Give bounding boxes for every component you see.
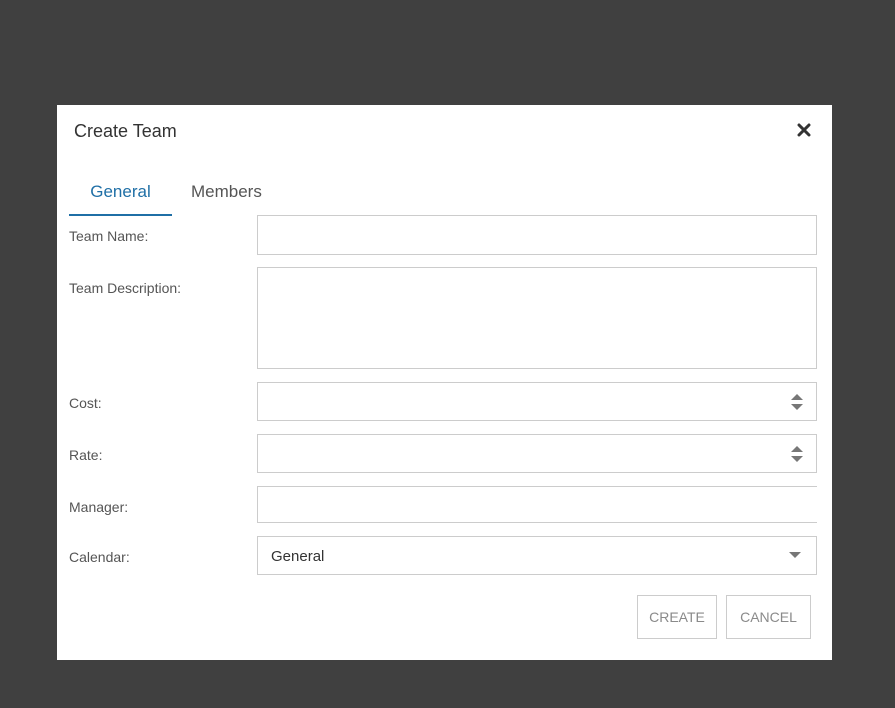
chevron-down-icon bbox=[789, 552, 801, 558]
close-button[interactable] bbox=[794, 120, 814, 140]
rate-numeric-input[interactable] bbox=[257, 434, 817, 473]
calendar-select[interactable]: General bbox=[257, 536, 817, 575]
cost-spinner-icon[interactable] bbox=[790, 391, 804, 413]
cost-label: Cost: bbox=[69, 395, 102, 411]
close-icon bbox=[797, 123, 811, 137]
tab-general[interactable]: General bbox=[69, 175, 172, 216]
dialog-title: Create Team bbox=[74, 121, 177, 141]
manager-input[interactable] bbox=[257, 486, 817, 523]
team-name-input[interactable] bbox=[257, 215, 817, 255]
cost-numeric-input[interactable] bbox=[257, 382, 817, 421]
calendar-label: Calendar: bbox=[69, 549, 130, 565]
calendar-selected-value: General bbox=[271, 548, 325, 565]
team-name-label: Team Name: bbox=[69, 228, 149, 244]
rate-spinner-icon[interactable] bbox=[790, 443, 804, 465]
team-description-textarea[interactable] bbox=[257, 267, 817, 369]
create-button[interactable]: CREATE bbox=[637, 595, 717, 639]
tab-members[interactable]: Members bbox=[191, 175, 281, 214]
team-description-label: Team Description: bbox=[69, 280, 182, 296]
rate-label: Rate: bbox=[69, 447, 103, 463]
cancel-button[interactable]: CANCEL bbox=[726, 595, 811, 639]
create-team-dialog: Create Team General Members Team Name: T… bbox=[57, 105, 832, 660]
manager-label: Manager: bbox=[69, 499, 129, 515]
